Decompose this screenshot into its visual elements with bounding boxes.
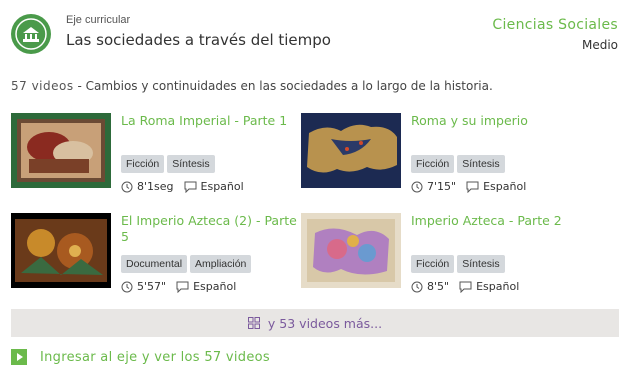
- level-label: Medio: [581, 38, 618, 52]
- more-videos-button[interactable]: y 53 videos más...: [11, 309, 619, 337]
- video-meta: 7'15" Español: [411, 180, 526, 193]
- duration: 8'1seg: [137, 180, 174, 193]
- video-card[interactable]: La Roma Imperial - Parte 1 Ficción Síntes…: [11, 113, 311, 203]
- video-meta: 8'5" Español: [411, 280, 519, 293]
- video-title[interactable]: La Roma Imperial - Parte 1: [121, 113, 301, 129]
- subject-area: Ciencias Sociales: [492, 17, 618, 33]
- video-thumbnail[interactable]: [301, 113, 401, 188]
- language: Español: [200, 180, 244, 193]
- video-title[interactable]: El Imperio Azteca (2) - Parte 5: [121, 213, 301, 245]
- tag: Ficción: [411, 255, 455, 273]
- tag: Documental: [121, 255, 188, 273]
- video-title[interactable]: Imperio Azteca - Parte 2: [411, 213, 591, 229]
- clock-icon: [121, 181, 133, 192]
- speech-bubble-icon: [466, 181, 479, 193]
- enter-axis-link[interactable]: Ingresar al eje y ver los 57 videos: [11, 349, 270, 365]
- language: Español: [193, 280, 237, 293]
- clock-icon: [411, 281, 423, 292]
- tag-list: Ficción Síntesis: [411, 152, 508, 173]
- tag: Ampliación: [190, 255, 252, 273]
- clock-icon: [411, 181, 423, 192]
- tag: Ficción: [121, 155, 165, 173]
- language: Español: [476, 280, 520, 293]
- clock-icon: [121, 281, 133, 292]
- video-card[interactable]: Imperio Azteca - Parte 2 Ficción Síntesis…: [301, 213, 601, 303]
- tag-list: Ficción Síntesis: [121, 152, 218, 173]
- grid-icon: [247, 317, 260, 329]
- tag: Síntesis: [457, 255, 505, 273]
- video-thumbnail[interactable]: [301, 213, 401, 288]
- scales-of-justice-icon: [11, 14, 51, 54]
- summary-line: 57 videos - Cambios y continuidades en l…: [11, 79, 493, 93]
- page-title: Las sociedades a través del tiempo: [66, 31, 331, 49]
- speech-bubble-icon: [176, 281, 189, 293]
- tag: Síntesis: [167, 155, 215, 173]
- play-icon: [11, 349, 27, 365]
- video-meta: 5'57" Español: [121, 280, 236, 293]
- video-thumbnail[interactable]: [11, 113, 111, 188]
- video-title[interactable]: Roma y su imperio: [411, 113, 591, 129]
- enter-axis-label: Ingresar al eje y ver los 57 videos: [40, 349, 270, 365]
- duration: 8'5": [427, 280, 450, 293]
- header: Eje curricular Las sociedades a través d…: [0, 0, 631, 62]
- video-card[interactable]: El Imperio Azteca (2) - Parte 5 Document…: [11, 213, 311, 303]
- language: Español: [483, 180, 527, 193]
- duration: 5'57": [137, 280, 167, 293]
- tag-list: Documental Ampliación: [121, 252, 254, 273]
- video-count: 57 videos: [11, 79, 74, 93]
- duration: 7'15": [427, 180, 457, 193]
- speech-bubble-icon: [184, 181, 197, 193]
- summary-description: - Cambios y continuidades en las socieda…: [73, 79, 493, 93]
- speech-bubble-icon: [459, 281, 472, 293]
- tag-list: Ficción Síntesis: [411, 252, 508, 273]
- more-videos-label: y 53 videos más...: [267, 315, 383, 331]
- tag: Síntesis: [457, 155, 505, 173]
- tag: Ficción: [411, 155, 455, 173]
- eyebrow-label: Eje curricular: [66, 14, 131, 26]
- video-card[interactable]: Roma y su imperio Ficción Síntesis 7'15" …: [301, 113, 601, 203]
- video-thumbnail[interactable]: [11, 213, 111, 288]
- video-meta: 8'1seg Español: [121, 180, 244, 193]
